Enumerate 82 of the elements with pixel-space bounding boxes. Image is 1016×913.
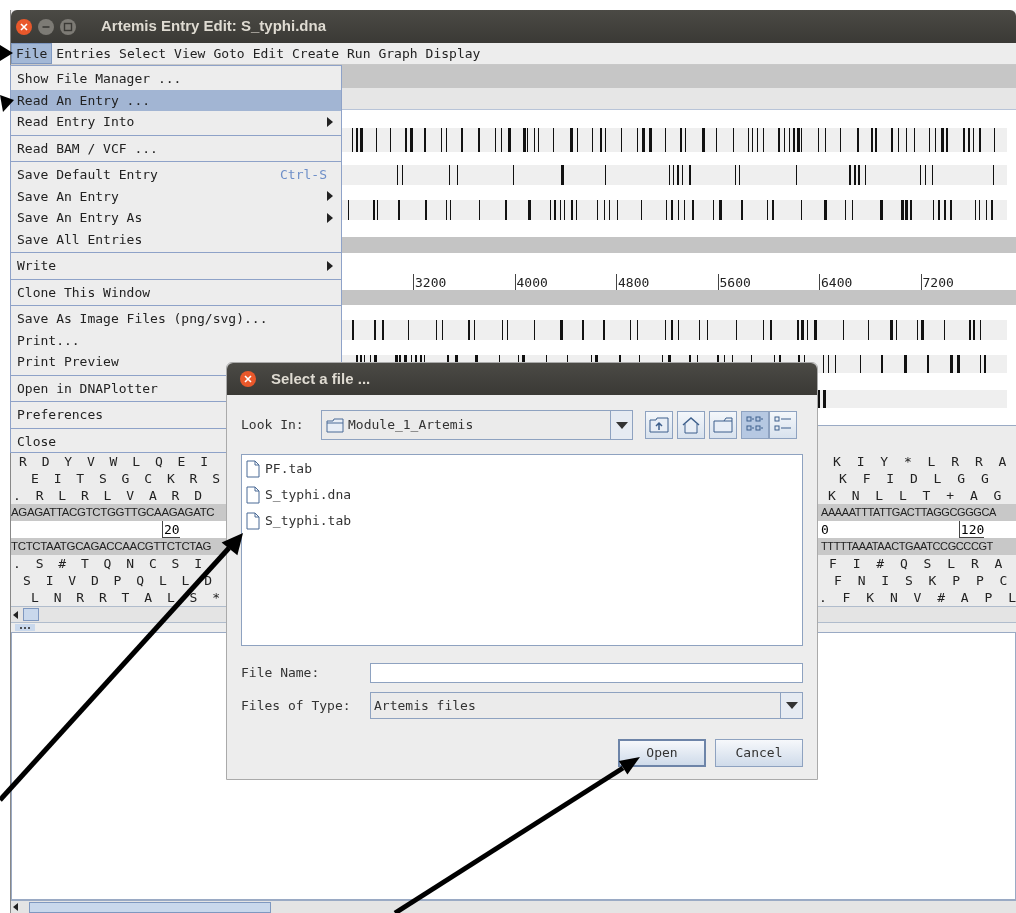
annotation-arrow [0,45,13,61]
scroll-left-icon[interactable] [11,609,21,620]
directory-entry[interactable]: S_typhi.tab [246,511,356,531]
toolbar-button[interactable] [769,411,797,439]
folder-icon [713,417,733,433]
caret-icon [327,116,333,127]
home-icon [681,416,701,434]
menu-item[interactable]: Entries [52,43,116,64]
amino-acid-sequence: E I T S G C K R S [31,472,221,485]
amino-acid-sequence: R D Y V W L Q E I [19,455,209,468]
list-view-icon [746,416,764,434]
caret-icon [327,212,333,223]
menu-item[interactable]: Save Default Entry Ctrl-S [11,164,341,186]
folder-icon [326,417,344,433]
caret-icon [327,191,333,202]
folder-up-icon [649,417,669,433]
menu-item[interactable]: Edit [248,43,288,64]
menu-item[interactable]: Run [343,43,375,64]
details-view-icon [774,416,792,434]
close-icon[interactable] [239,370,257,388]
menu-item[interactable]: Save An Entry As [11,207,341,229]
scrollbar-thumb[interactable] [29,901,271,913]
field-label: File Name: [241,664,321,683]
menu-item[interactable]: Graph [374,43,422,64]
menu-item[interactable]: Write [11,255,341,277]
dropdown-icon [785,702,798,709]
menu-item[interactable]: Read Entry Into [11,111,341,133]
directory-entry[interactable]: S_typhi.dna [246,485,356,505]
open-button[interactable]: Open [618,739,706,767]
toolbar-button[interactable] [645,411,673,439]
menu-item[interactable]: Display [421,43,485,64]
menu-item[interactable]: Read BAM / VCF ... [11,137,341,159]
ruler-tick: 0 [821,521,829,538]
menu-item[interactable]: File [11,43,53,64]
dropdown-icon [615,421,628,429]
amino-acid-sequence: L N R R T A L S * [31,591,221,604]
menu-item[interactable]: Read An Entry ... [11,89,341,111]
menu-item[interactable]: Save All Entries [11,228,341,250]
scrollbar-thumb[interactable] [23,608,39,621]
menu-item[interactable]: Save An Entry [11,185,341,207]
menu-item[interactable]: Select [115,43,171,64]
menu-item[interactable]: Print... [11,329,341,351]
menu-item[interactable]: Save As Image Files (png/svg)... [11,308,341,330]
amino-acid-sequence: S I V D P Q L L D [23,574,213,587]
close-icon[interactable] [15,17,33,36]
menu-item[interactable]: Clone This Window [11,281,341,303]
menu-item[interactable]: View [170,43,210,64]
cancel-button[interactable]: Cancel [715,739,803,767]
file-icon [246,460,260,478]
dna-sequence: AGAGATTACGTCTGGTTGCAAGAGATC [11,506,216,519]
dialog-title: Select a file ... [271,368,371,389]
toolbar-button[interactable] [741,411,769,439]
amino-acid-sequence: . R L R L V A R D [13,489,203,502]
directory-entry[interactable]: PF.tab [246,459,316,479]
dna-sequence: TTTTTAAATAACTGAATCCGCCCGT [821,541,993,552]
file-icon [246,512,260,530]
amino-acid-sequence: F N I S K P P C [834,574,1008,587]
toolbar-button[interactable] [677,411,705,439]
maximize-icon[interactable] [59,17,77,36]
amino-acid-sequence: F I # Q S L R A [829,557,1003,570]
dna-sequence: TCTCTAATGCAGACCAACGTTCTCTAG [11,540,213,553]
caret-icon [327,260,333,271]
field-label: Files of Type: [241,696,352,715]
file-name-field[interactable] [370,663,803,683]
dna-sequence: AAAAATTTATTGACTTAGGCGGGCA [821,507,996,518]
menu-item[interactable]: Goto [209,43,249,64]
amino-acid-sequence: K F I D L G G [839,472,989,485]
file-type-dropdown[interactable]: Artemis files [370,692,803,719]
annotation-arrow [0,95,14,112]
toolbar-button[interactable] [709,411,737,439]
splitter-grip-icon[interactable] [15,624,35,631]
look-in-dropdown[interactable]: Module_1_Artemis [321,410,633,440]
amino-acid-sequence: K I Y * L R R A [833,455,1007,468]
horizontal-scrollbar[interactable] [11,900,1016,913]
file-icon [246,486,260,504]
menu-item[interactable]: Show File Manager ... [11,68,341,90]
amino-acid-sequence: . F K N V # A P L [818,591,1016,604]
amino-acid-sequence: K N L L T + A G [828,489,1002,502]
window-title: Artemis Entry Edit: S_typhi.dna [101,16,327,37]
menu-item[interactable]: Create [288,43,343,64]
scroll-left-icon[interactable] [11,902,21,912]
amino-acid-sequence: . S # T Q N C S I [13,557,203,570]
